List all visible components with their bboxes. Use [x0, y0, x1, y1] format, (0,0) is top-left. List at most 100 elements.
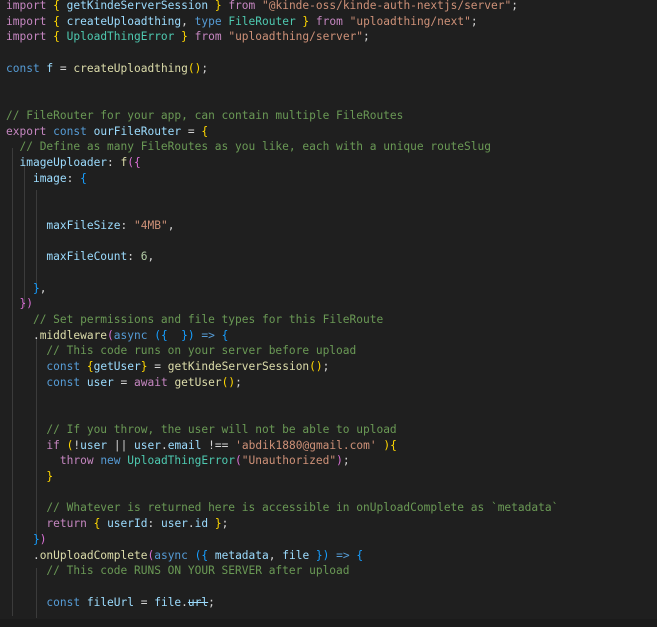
code-token: { [221, 328, 229, 342]
code-token: image [32, 171, 67, 185]
code-line[interactable]: return { userId: user.id }; [0, 516, 657, 532]
code-token: . [187, 517, 195, 531]
code-line[interactable]: if (!user || user.email !== 'abdik1880@g… [0, 438, 657, 454]
code-token: FileRouter [228, 14, 296, 28]
code-line[interactable]: const {getUser} = getKindeServerSession(… [0, 359, 657, 375]
code-token: : [120, 218, 134, 232]
code-token: middleware [39, 328, 108, 342]
code-token: from [309, 14, 350, 28]
code-line[interactable] [0, 579, 657, 595]
code-token: ( [235, 454, 242, 468]
code-token: ) [336, 454, 343, 468]
code-line[interactable]: maxFileCount: 6, [0, 249, 657, 265]
code-line[interactable]: // Whatever is returned here is accessib… [0, 500, 657, 516]
code-line[interactable]: // This code runs on your server before … [0, 343, 657, 359]
code-line[interactable]: const f = createUploadthing(); [0, 61, 657, 77]
code-line[interactable]: .middleware(async ({ }) => { [0, 328, 657, 344]
code-line[interactable] [0, 485, 657, 501]
code-token: } [46, 470, 54, 483]
code-token: metadata [214, 548, 269, 562]
code-line[interactable]: // FileRouter for your app, can contain … [0, 108, 657, 124]
code-token: !== [201, 438, 236, 452]
code-line[interactable]: import { UploadThingError } from "upload… [0, 29, 657, 45]
code-token: // This code runs on your server before … [46, 344, 357, 358]
code-line[interactable] [0, 92, 657, 108]
code-token: onUploadComplete [39, 548, 148, 562]
code-token: // Define as many FileRoutes as you like… [19, 140, 491, 154]
code-line[interactable]: // Set permissions and file types for th… [0, 312, 657, 328]
code-token: , [147, 250, 155, 264]
code-token: UploadThingError [127, 454, 236, 468]
code-token: file [282, 548, 310, 562]
code-token: file [154, 595, 182, 609]
code-line[interactable]: }) [0, 532, 657, 548]
code-token: , [39, 281, 47, 295]
code-token: export [6, 124, 54, 138]
code-line[interactable]: import { getKindeServerSession } from "@… [0, 0, 657, 14]
code-token: // Whatever is returned here is accessib… [46, 501, 559, 515]
code-token: // FileRouter for your app, can contain … [6, 108, 404, 122]
code-line[interactable]: .onUploadComplete(async ({ metadata, fil… [0, 548, 657, 564]
code-token: { [93, 517, 108, 531]
code-token: const [46, 375, 87, 389]
code-line[interactable] [0, 186, 657, 202]
code-token: "4MB" [134, 218, 168, 232]
code-line[interactable]: } [0, 469, 657, 485]
code-token: = [53, 61, 74, 75]
code-token: ( [107, 328, 114, 342]
code-line[interactable]: image: { [0, 171, 657, 187]
code-line[interactable]: import { createUploadthing, type FileRou… [0, 14, 657, 30]
code-line[interactable]: }, [0, 281, 657, 297]
code-token: "Unauthorized" [241, 454, 337, 468]
code-token: user [134, 438, 161, 452]
code-token: ; [221, 517, 229, 531]
code-line[interactable] [0, 391, 657, 407]
code-line[interactable] [0, 202, 657, 218]
code-token: = [147, 360, 168, 374]
code-line[interactable] [0, 406, 657, 422]
code-token: ) [376, 438, 391, 452]
code-token: createUploadthing [66, 14, 182, 28]
code-line[interactable]: // If you throw, the user will not be ab… [0, 422, 657, 438]
code-line[interactable]: export const ourFileRouter = { [0, 124, 657, 140]
code-line[interactable]: // This code RUNS ON YOUR SERVER after u… [0, 563, 657, 579]
code-token: from [187, 30, 229, 44]
code-token: getUser [93, 360, 141, 374]
code-token: // This code RUNS ON YOUR SERVER after u… [46, 564, 350, 578]
code-token: } [174, 30, 188, 44]
code-line[interactable]: }) [0, 296, 657, 312]
code-line[interactable]: // Define as many FileRoutes as you like… [0, 139, 657, 155]
code-token: . [6, 328, 40, 342]
code-token: fileUrl [86, 595, 134, 609]
code-token: userId [107, 517, 148, 531]
code-token: 'abdik1880@gmail.com' [235, 438, 377, 452]
code-line[interactable] [0, 77, 657, 93]
code-token: // If you throw, the user will not be ab… [46, 422, 397, 436]
code-line[interactable]: const fileUrl = file.url; [0, 595, 657, 611]
code-token: ; [363, 30, 370, 44]
code-token: ourFileRouter [93, 124, 182, 138]
code-line[interactable] [0, 234, 657, 250]
code-line[interactable]: imageUploader: f({ [0, 155, 657, 171]
code-token: UploadThingError [66, 30, 175, 44]
code-line[interactable] [0, 265, 657, 281]
code-token: const [46, 360, 87, 374]
code-line[interactable]: throw new UploadThingError("Unauthorized… [0, 453, 657, 469]
code-token: return [46, 517, 94, 531]
code-line[interactable]: const user = await getUser(); [0, 375, 657, 391]
code-token: user [160, 517, 188, 531]
code-token: import [6, 0, 54, 12]
code-token: () [221, 375, 236, 389]
code-line[interactable]: maxFileSize: "4MB", [0, 218, 657, 234]
code-line[interactable] [0, 45, 657, 61]
code-token: () [309, 360, 323, 374]
code-editor[interactable]: import { getKindeServerSession } from "@… [0, 0, 657, 627]
